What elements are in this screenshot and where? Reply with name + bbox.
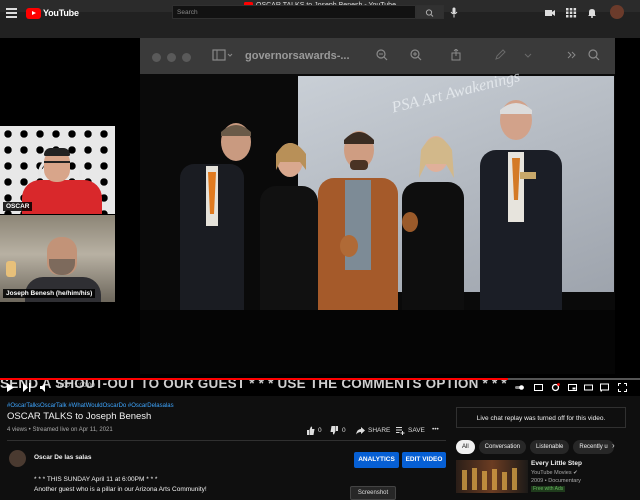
- notifications-bell-icon[interactable]: [586, 7, 598, 18]
- edit-video-button[interactable]: EDIT VIDEO: [402, 452, 446, 468]
- chip-all[interactable]: All: [456, 440, 475, 454]
- zoom-in-icon: [410, 49, 422, 61]
- chip-listenable[interactable]: Listenable: [530, 440, 570, 454]
- related-thumbnail-art: [462, 468, 517, 490]
- related-filter-chips: All Conversation Listenable Recently u: [456, 440, 614, 454]
- dislike-button[interactable]: 0: [330, 426, 346, 435]
- related-video-meta: 2009 • Documentary: [531, 478, 581, 484]
- play-icon[interactable]: [6, 383, 15, 392]
- live-chat-notice: Live chat replay was turned off for this…: [456, 407, 626, 428]
- youtube-play-icon: [26, 7, 41, 19]
- more-actions-label: •••: [432, 426, 439, 433]
- create-video-icon[interactable]: [544, 7, 556, 18]
- cast-icon[interactable]: [600, 383, 609, 392]
- window-close-dot: [152, 53, 161, 62]
- search-input[interactable]: Search: [172, 5, 416, 19]
- more-chevrons-icon: [567, 51, 576, 59]
- captions-icon[interactable]: [534, 383, 543, 392]
- like-count: 0: [318, 427, 322, 434]
- share-arrow-icon: [356, 427, 365, 435]
- description-line-1: * * * THIS SUNDAY April 11 at 6:00PM * *…: [34, 476, 158, 483]
- autoplay-toggle-icon[interactable]: [515, 383, 524, 392]
- logo-text: YouTube: [43, 8, 79, 18]
- miniplayer-icon[interactable]: [568, 383, 577, 392]
- search-icon: [425, 9, 434, 17]
- share-sheet-icon: [451, 49, 461, 61]
- chevron-right-icon[interactable]: ›: [612, 441, 615, 450]
- dislike-count: 0: [342, 427, 346, 434]
- screenshot-button[interactable]: Screenshot: [350, 486, 396, 500]
- thumbs-up-icon: [307, 426, 315, 435]
- share-button[interactable]: SHARE: [356, 426, 390, 435]
- apps-grid-icon[interactable]: [565, 7, 577, 18]
- finder-search-icon: [588, 49, 600, 61]
- sidebar-toggle-icon: [212, 49, 233, 61]
- related-video-badge: Free with Ads: [531, 486, 566, 492]
- progress-bar-played[interactable]: [0, 378, 508, 380]
- next-icon[interactable]: [22, 383, 31, 392]
- fullscreen-icon[interactable]: [618, 383, 627, 392]
- youtube-logo[interactable]: YouTube: [26, 7, 79, 19]
- related-video-channel: YouTube Movies ✔: [531, 470, 578, 476]
- channel-name[interactable]: Oscar De las salas: [34, 454, 91, 461]
- menu-icon[interactable]: [6, 8, 17, 18]
- account-avatar[interactable]: [610, 5, 624, 19]
- divider: [7, 440, 446, 441]
- related-video-thumbnail[interactable]: [456, 460, 528, 493]
- video-meta: 4 views • Streamed live on Apr 11, 2021: [7, 427, 113, 433]
- theater-mode-icon[interactable]: [584, 383, 593, 392]
- search-button[interactable]: [416, 5, 444, 19]
- related-video-title[interactable]: Every Little Step: [531, 460, 582, 467]
- finder-title: governorsawards-...: [245, 50, 350, 62]
- description-line-2: Another guest who is a pillar in our Ari…: [34, 486, 207, 493]
- volume-icon[interactable]: [40, 383, 49, 392]
- channel-avatar[interactable]: [9, 450, 26, 467]
- markup-pen-icon: [495, 49, 506, 60]
- guest-name-label: Joseph Benesh (he/him/his): [3, 289, 96, 298]
- save-button[interactable]: SAVE: [396, 426, 425, 435]
- guest-camera-tile: Joseph Benesh (he/him/his): [0, 215, 115, 302]
- window-minimize-dot: [167, 53, 176, 62]
- thumbs-down-icon: [330, 426, 338, 435]
- save-label: SAVE: [408, 427, 425, 434]
- zoom-out-icon: [376, 49, 388, 61]
- window-zoom-dot: [182, 53, 191, 62]
- host-name-label: OSCAR: [3, 202, 33, 211]
- analytics-button[interactable]: ANALYTICS: [354, 452, 399, 468]
- stage-floor: [140, 310, 615, 374]
- progress-bar-remaining[interactable]: [508, 378, 640, 380]
- more-actions-button[interactable]: •••: [432, 426, 439, 433]
- settings-gear-icon[interactable]: [551, 383, 560, 392]
- chip-conversation[interactable]: Conversation: [478, 440, 527, 454]
- share-label: SHARE: [368, 427, 391, 434]
- host-camera-tile: OSCAR: [0, 126, 115, 214]
- playlist-add-icon: [396, 427, 405, 435]
- video-title: OSCAR TALKS to Joseph Benesh: [7, 411, 152, 422]
- chip-recently-uploaded[interactable]: Recently u: [573, 440, 614, 454]
- microphone-icon[interactable]: [450, 7, 458, 18]
- like-button[interactable]: 0: [306, 426, 322, 435]
- player-time: 0:00 / 1:00:00: [58, 383, 95, 389]
- video-hashtags[interactable]: #OscarTalksOscarTalk #WhatWouldOscarDo #…: [7, 403, 174, 409]
- dropdown-chevron-icon: [524, 53, 532, 58]
